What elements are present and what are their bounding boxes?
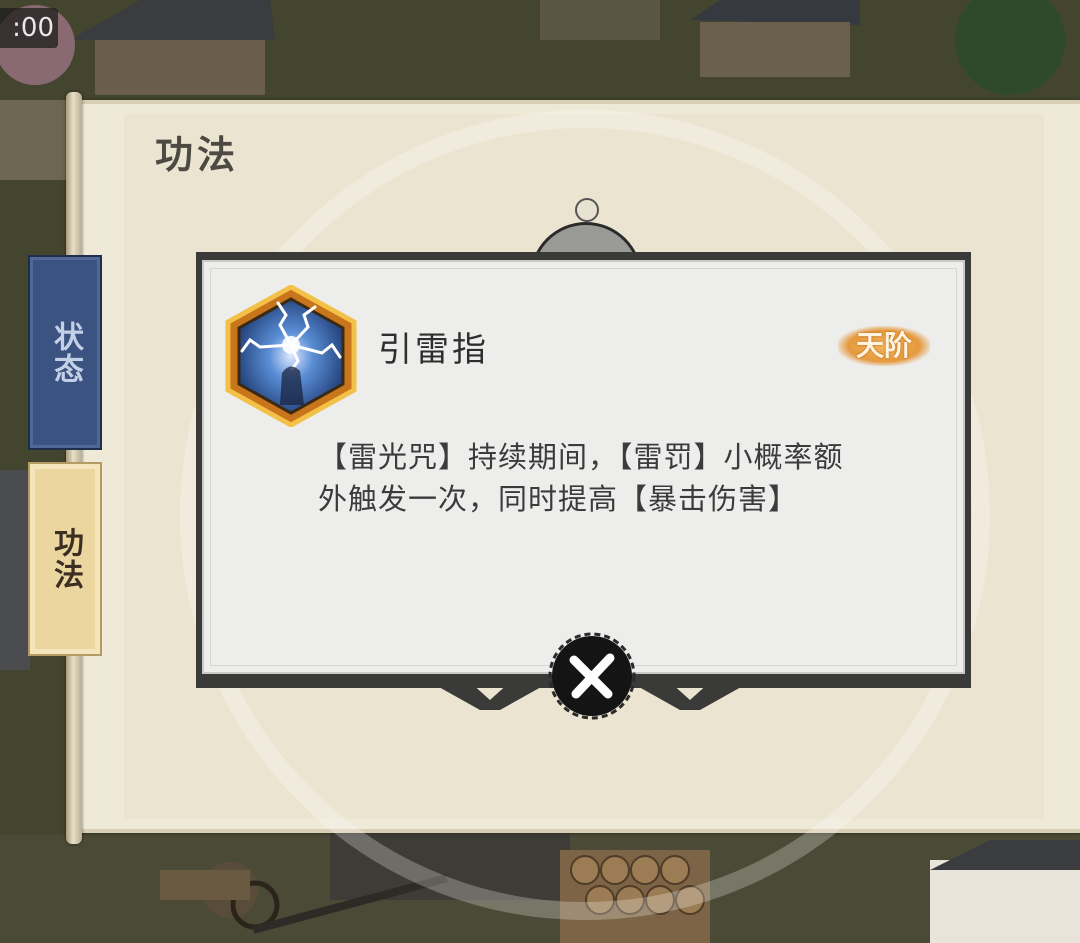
page-title: 功法 — [155, 132, 240, 177]
tab-status-label: 状态 — [48, 320, 83, 385]
close-button[interactable] — [548, 632, 636, 720]
tab-gongfa[interactable]: 功法 — [28, 462, 102, 656]
close-icon — [548, 632, 636, 720]
timer-display: :00 — [0, 8, 58, 48]
lightning-skill-icon — [225, 285, 357, 427]
rank-badge: 天阶 — [838, 326, 930, 366]
tab-status[interactable]: 状态 — [28, 255, 102, 450]
popup-knob-dot — [575, 198, 599, 222]
tab-gongfa-label: 功法 — [48, 527, 83, 591]
skill-name: 引雷指 — [378, 330, 489, 370]
skill-description: 【雷光咒】持续期间，【雷罚】小概率额外触发一次，同时提高【暴击伤害】 — [318, 440, 844, 516]
